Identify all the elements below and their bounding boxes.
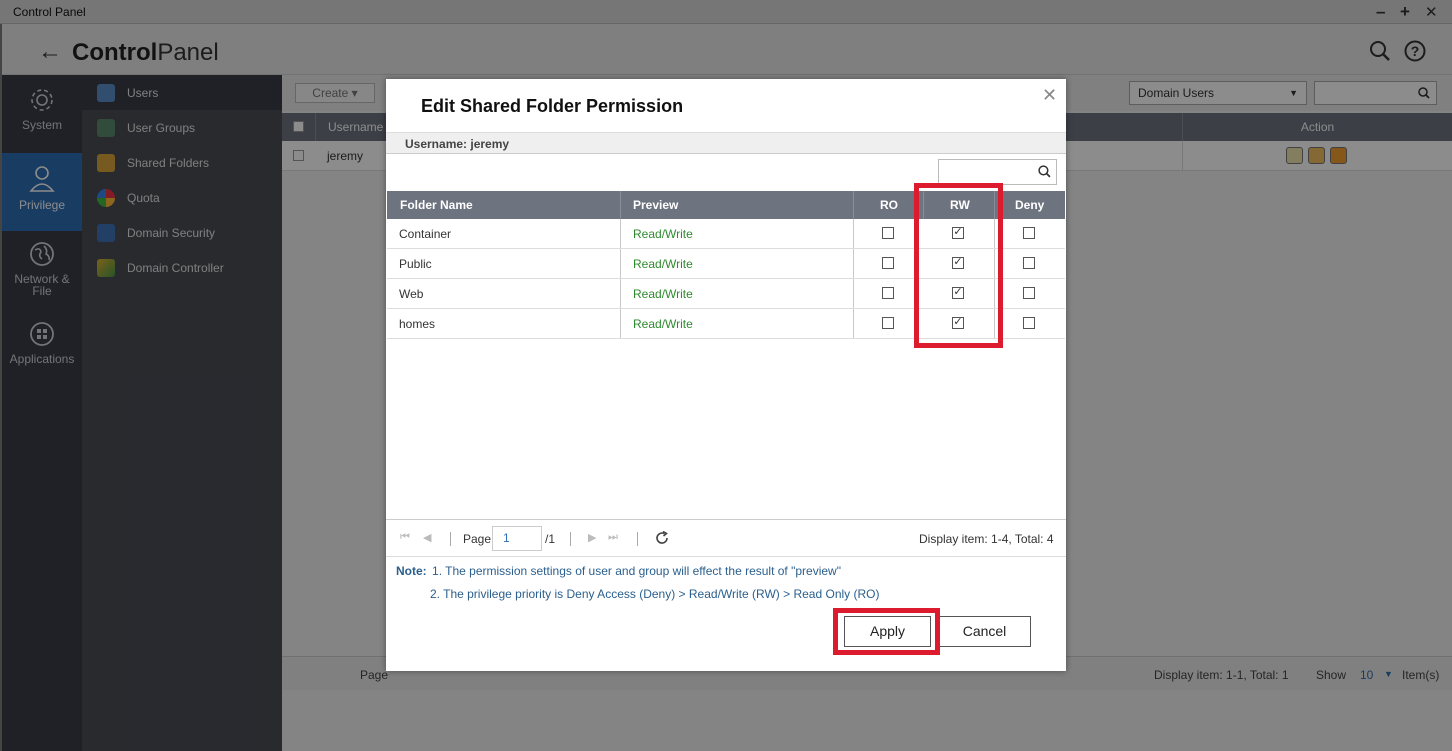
folder-name: homes bbox=[399, 317, 436, 331]
deny-checkbox[interactable] bbox=[1023, 317, 1035, 329]
rw-column-highlight bbox=[914, 183, 1003, 348]
pager-divider bbox=[637, 532, 638, 546]
col-deny[interactable]: Deny bbox=[1015, 191, 1044, 219]
pager-divider bbox=[570, 532, 571, 546]
apply-button-highlight bbox=[833, 608, 940, 655]
col-ro[interactable]: RO bbox=[880, 191, 898, 219]
dialog-title: Edit Shared Folder Permission bbox=[421, 96, 684, 116]
refresh-icon[interactable] bbox=[655, 531, 669, 545]
username-bar: Username: jeremy bbox=[386, 132, 1066, 154]
last-page-icon[interactable]: ⏭ bbox=[608, 531, 618, 544]
note-text-2: 2. The privilege priority is Deny Access… bbox=[430, 587, 880, 601]
note-label: Note: bbox=[396, 564, 427, 578]
column-divider bbox=[853, 249, 854, 278]
display-count: Display item: 1-4, Total: 4 bbox=[919, 532, 1054, 546]
col-folder-name: Folder Name bbox=[400, 198, 473, 212]
first-page-icon[interactable]: ⏮ bbox=[400, 531, 410, 544]
column-divider bbox=[620, 249, 621, 278]
column-divider bbox=[853, 191, 854, 219]
folder-name: Public bbox=[399, 257, 432, 271]
preview-value: Read/Write bbox=[633, 287, 693, 301]
folder-name: Container bbox=[399, 227, 452, 241]
folder-name: Web bbox=[399, 287, 424, 301]
deny-checkbox[interactable] bbox=[1023, 227, 1035, 239]
note-line-1: Note: 1. The permission settings of user… bbox=[396, 564, 841, 578]
preview-value: Read/Write bbox=[633, 317, 693, 331]
next-page-icon[interactable]: ▶ bbox=[588, 531, 596, 544]
column-divider bbox=[620, 309, 621, 338]
preview-value: Read/Write bbox=[633, 227, 693, 241]
page-number-input[interactable]: 1 bbox=[492, 526, 542, 551]
ro-checkbox[interactable] bbox=[882, 257, 894, 269]
folder-search-input[interactable] bbox=[938, 159, 1057, 185]
ro-checkbox[interactable] bbox=[882, 317, 894, 329]
deny-checkbox[interactable] bbox=[1023, 257, 1035, 269]
close-icon[interactable]: ✕ bbox=[1042, 85, 1057, 106]
column-divider bbox=[620, 279, 621, 308]
prev-page-icon[interactable]: ◀ bbox=[423, 531, 431, 544]
column-divider bbox=[853, 309, 854, 338]
page-label: Page bbox=[463, 532, 492, 546]
note-text-1: 1. The permission settings of user and g… bbox=[432, 564, 841, 578]
deny-checkbox[interactable] bbox=[1023, 287, 1035, 299]
column-divider bbox=[620, 219, 621, 248]
ro-checkbox[interactable] bbox=[882, 287, 894, 299]
edit-shared-folder-permission-dialog: Edit Shared Folder Permission ✕ Username… bbox=[386, 79, 1066, 671]
pager-divider bbox=[450, 532, 451, 546]
ro-checkbox[interactable] bbox=[882, 227, 894, 239]
preview-value: Read/Write bbox=[633, 257, 693, 271]
column-divider bbox=[853, 219, 854, 248]
note-line-2: 2. The privilege priority is Deny Access… bbox=[430, 587, 879, 601]
search-icon bbox=[1038, 165, 1051, 178]
cancel-button[interactable]: Cancel bbox=[938, 616, 1031, 647]
column-divider bbox=[620, 191, 621, 219]
username-label: Username: jeremy bbox=[405, 137, 510, 151]
permission-pager: ⏮ ◀ Page 1 /1 ▶ ⏭ Display item: 1-4, Tot… bbox=[386, 519, 1066, 557]
page-total: /1 bbox=[545, 532, 556, 546]
col-preview: Preview bbox=[633, 198, 679, 212]
column-divider bbox=[853, 279, 854, 308]
